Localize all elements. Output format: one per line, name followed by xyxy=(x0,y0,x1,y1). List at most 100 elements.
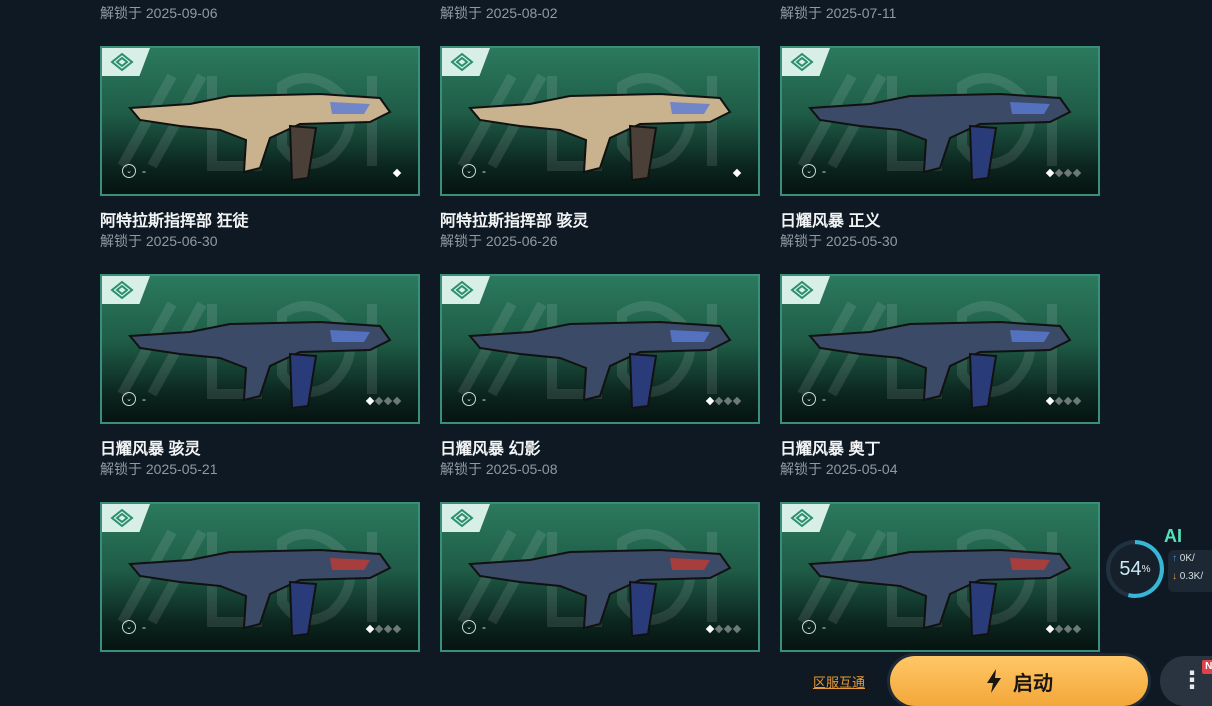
launch-label: 启动 xyxy=(1013,672,1053,695)
weapon-image xyxy=(127,92,392,182)
unlock-date: 解锁于 2025-07-11 xyxy=(780,5,897,21)
download-speed: 0.3K/ xyxy=(1179,571,1204,582)
upgrade-pips xyxy=(365,624,402,634)
upgrade-pip xyxy=(1063,168,1073,178)
upload-icon: ↑ xyxy=(1172,553,1177,564)
weapon-image xyxy=(807,320,1072,410)
upgrade-pip xyxy=(705,396,715,406)
upgrade-pip xyxy=(1072,624,1082,634)
lightning-icon xyxy=(987,669,1001,693)
skin-card[interactable]: ⌄ - xyxy=(440,274,760,424)
level-value: - xyxy=(822,392,826,406)
upgrade-pip xyxy=(1063,396,1073,406)
upgrade-pip xyxy=(383,624,393,634)
upgrade-pip xyxy=(374,396,384,406)
skin-card[interactable]: ⌄ - xyxy=(780,274,1100,424)
upgrade-pip xyxy=(732,168,742,178)
level-value: - xyxy=(482,620,486,634)
launch-bar: 区服互通 启动 ⋮ NE xyxy=(800,652,1212,706)
upgrade-pip xyxy=(705,624,715,634)
weapon-image xyxy=(127,320,392,410)
skin-card[interactable]: ⌄ - xyxy=(440,502,760,652)
weapon-image xyxy=(807,548,1072,638)
level-value: - xyxy=(142,620,146,634)
level-indicator: ⌄ - xyxy=(802,164,826,178)
unlock-date: 解锁于 2025-05-08 xyxy=(440,461,558,477)
unlock-date: 解锁于 2025-08-02 xyxy=(440,5,558,21)
skin-name: 阿特拉斯指挥部 狂徒 xyxy=(100,213,249,230)
upgrade-pips xyxy=(392,168,402,178)
ai-label: AI xyxy=(1164,526,1182,546)
level-value: - xyxy=(482,164,486,178)
skin-card[interactable]: ⌄ - xyxy=(780,46,1100,196)
level-value: - xyxy=(482,392,486,406)
upgrade-pip xyxy=(365,624,375,634)
upgrade-pip xyxy=(383,396,393,406)
unlock-date: 解锁于 2025-06-30 xyxy=(100,233,218,249)
upgrade-pip xyxy=(392,624,402,634)
launch-button[interactable]: 启动 xyxy=(890,656,1148,706)
level-indicator: ⌄ - xyxy=(802,392,826,406)
unlock-date: 解锁于 2025-06-26 xyxy=(440,233,558,249)
upgrade-pip xyxy=(1054,396,1064,406)
upgrade-pips xyxy=(1045,624,1082,634)
skin-name: 日耀风暴 骇灵 xyxy=(100,441,201,458)
more-menu-button[interactable]: ⋮ NE xyxy=(1160,656,1212,706)
upgrade-pip xyxy=(723,396,733,406)
upgrade-pip xyxy=(1063,624,1073,634)
upgrade-pip xyxy=(1072,396,1082,406)
upgrade-pip xyxy=(1054,168,1064,178)
upgrade-pip xyxy=(1054,624,1064,634)
upgrade-pip xyxy=(714,624,724,634)
level-indicator: ⌄ - xyxy=(122,164,146,178)
upgrade-pip xyxy=(732,396,742,406)
level-value: - xyxy=(142,164,146,178)
unlock-date: 解锁于 2025-09-06 xyxy=(100,5,218,21)
upgrade-pip xyxy=(392,396,402,406)
skin-card[interactable]: ⌄ - xyxy=(780,502,1100,652)
upgrade-pips xyxy=(1045,396,1082,406)
level-icon: ⌄ xyxy=(802,164,816,178)
performance-widget[interactable]: AI 54% ↑ 0K/ ↓ 0.3K/ xyxy=(1106,526,1212,600)
upgrade-pip xyxy=(1045,396,1055,406)
level-indicator: ⌄ - xyxy=(122,392,146,406)
level-icon: ⌄ xyxy=(462,392,476,406)
upgrade-pip xyxy=(1045,168,1055,178)
skin-name: 日耀风暴 幻影 xyxy=(440,441,541,458)
upgrade-pip xyxy=(714,396,724,406)
level-indicator: ⌄ - xyxy=(462,392,486,406)
skin-card[interactable]: ⌄ - xyxy=(440,46,760,196)
upgrade-pips xyxy=(1045,168,1082,178)
skin-name: 阿特拉斯指挥部 骇灵 xyxy=(440,213,589,230)
skin-card[interactable]: ⌄ - xyxy=(100,274,420,424)
skin-card[interactable]: ⌄ - xyxy=(100,46,420,196)
level-value: - xyxy=(822,620,826,634)
upgrade-pips xyxy=(732,168,742,178)
upgrade-pip xyxy=(374,624,384,634)
upgrade-pip xyxy=(1045,624,1055,634)
level-indicator: ⌄ - xyxy=(802,620,826,634)
weapon-image xyxy=(467,92,732,182)
level-icon: ⌄ xyxy=(802,620,816,634)
level-icon: ⌄ xyxy=(122,620,136,634)
skin-name: 日耀风暴 正义 xyxy=(780,213,881,230)
unlock-date: 解锁于 2025-05-21 xyxy=(100,461,218,477)
level-value: - xyxy=(822,164,826,178)
level-icon: ⌄ xyxy=(802,392,816,406)
cpu-gauge: 54% xyxy=(1106,540,1164,598)
weapon-image xyxy=(467,320,732,410)
level-indicator: ⌄ - xyxy=(462,164,486,178)
upgrade-pips xyxy=(705,624,742,634)
region-interop-link[interactable]: 区服互通 xyxy=(804,670,874,696)
level-value: - xyxy=(142,392,146,406)
level-icon: ⌄ xyxy=(122,164,136,178)
skin-card[interactable]: ⌄ - xyxy=(100,502,420,652)
download-icon: ↓ xyxy=(1172,571,1177,582)
level-indicator: ⌄ - xyxy=(462,620,486,634)
more-icon: ⋮ xyxy=(1180,667,1204,694)
gauge-percent: 54 xyxy=(1119,557,1142,580)
level-indicator: ⌄ - xyxy=(122,620,146,634)
upgrade-pip xyxy=(392,168,402,178)
gauge-unit: % xyxy=(1141,563,1151,575)
weapon-image xyxy=(807,92,1072,182)
